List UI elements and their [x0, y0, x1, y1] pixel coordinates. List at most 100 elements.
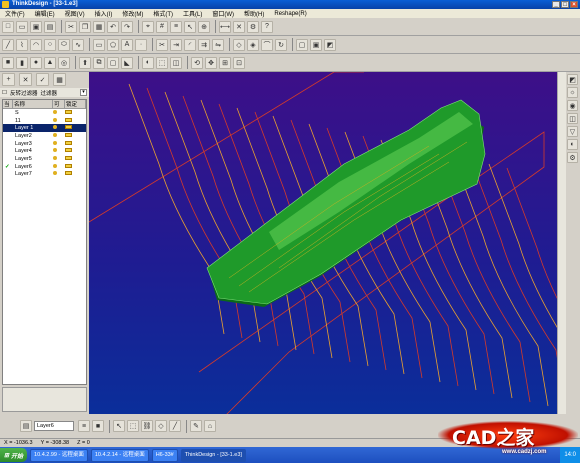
layer-tool-icon[interactable]: ▤ [20, 420, 32, 432]
menu-window[interactable]: 窗口(W) [207, 9, 239, 18]
torus-icon[interactable]: ◎ [58, 56, 70, 69]
lock-icon[interactable] [65, 163, 86, 170]
menu-help[interactable]: 帮助(H) [239, 9, 269, 18]
start-button[interactable]: ⊞ 开始 [0, 448, 28, 462]
lock-icon[interactable] [65, 132, 86, 139]
menu-insert[interactable]: 插入(I) [90, 9, 118, 18]
visible-icon[interactable] [53, 125, 65, 131]
fillet-icon[interactable]: ◜ [184, 38, 196, 51]
layer-row[interactable]: Layer 1 [3, 124, 86, 133]
sphere-icon[interactable]: ● [30, 56, 42, 69]
view-cube-icon[interactable]: ◩ [567, 74, 578, 85]
box-icon[interactable]: ■ [2, 56, 14, 69]
text-icon[interactable]: A [121, 38, 133, 51]
line-icon[interactable]: ╱ [2, 38, 14, 51]
select-box-icon[interactable]: ⬚ [127, 420, 139, 432]
layer-props-icon[interactable]: ≡ [78, 420, 90, 432]
render-icon[interactable]: ◐ [567, 139, 578, 150]
revolve-icon[interactable]: ↻ [275, 38, 287, 51]
print-icon[interactable]: ▤ [44, 20, 56, 33]
undo-icon[interactable]: ↶ [107, 20, 119, 33]
layer-row[interactable]: Layer5 [3, 155, 86, 163]
cut-icon[interactable]: ✂ [65, 20, 77, 33]
section-icon[interactable]: ◫ [567, 113, 578, 124]
spline-icon[interactable]: ∿ [72, 38, 84, 51]
light-icon[interactable]: ☼ [567, 87, 578, 98]
lock-icon[interactable] [65, 125, 86, 131]
hidden-line-icon[interactable]: ◫ [170, 56, 182, 69]
view-iso-icon[interactable]: ◩ [324, 38, 336, 51]
lock-icon[interactable] [65, 140, 86, 147]
copy-icon[interactable]: ❐ [79, 20, 91, 33]
paste-icon[interactable]: ▦ [93, 20, 105, 33]
view-front-icon[interactable]: ▢ [296, 38, 308, 51]
menu-edit[interactable]: 编辑(E) [30, 9, 60, 18]
layer-row[interactable]: S [3, 109, 86, 117]
arc-icon[interactable]: ◠ [30, 38, 42, 51]
pick-icon[interactable]: ✎ [190, 420, 202, 432]
activate-layer-icon[interactable]: ✓ [36, 73, 49, 86]
layer-options-icon[interactable]: ▦ [53, 73, 66, 86]
circle-icon[interactable]: ○ [44, 38, 56, 51]
visible-icon[interactable] [53, 155, 65, 162]
taskbar-item[interactable]: 10.4.2.99 - 远程桌面 [30, 448, 88, 462]
layer-icon[interactable]: ≡ [170, 20, 182, 33]
view-top-icon[interactable]: ▣ [310, 38, 322, 51]
ellipse-icon[interactable]: ⬭ [58, 38, 70, 51]
mirror-icon[interactable]: ⇋ [212, 38, 224, 51]
select-chain-icon[interactable]: ⛓ [141, 420, 153, 432]
menu-reshape[interactable]: Reshape(R) [269, 11, 311, 17]
trim-icon[interactable]: ✂ [156, 38, 168, 51]
model-canvas[interactable] [89, 72, 557, 414]
camera-icon[interactable]: ◉ [567, 100, 578, 111]
new-layer-icon[interactable]: + [2, 73, 15, 86]
visible-icon[interactable] [53, 171, 65, 177]
paint-icon[interactable]: ⌂ [204, 420, 216, 432]
visible-icon[interactable] [53, 148, 65, 154]
menu-file[interactable]: 文件(F) [0, 9, 30, 18]
lock-icon[interactable] [65, 117, 86, 124]
col-name[interactable]: 名称 [13, 100, 53, 108]
maximize-button[interactable]: □ [561, 1, 569, 8]
minimize-button[interactable]: _ [552, 1, 560, 8]
layer-row[interactable]: Layer2 [3, 132, 86, 140]
visible-icon[interactable] [53, 132, 65, 139]
lock-icon[interactable] [65, 148, 86, 154]
surface-icon[interactable]: ◇ [233, 38, 245, 51]
cone-icon[interactable]: ▲ [44, 56, 56, 69]
open-icon[interactable]: ▭ [16, 20, 28, 33]
col-current[interactable]: 当 [3, 100, 13, 108]
lock-icon[interactable] [65, 109, 86, 116]
cylinder-icon[interactable]: ▮ [16, 56, 28, 69]
select-edge-icon[interactable]: ╱ [169, 420, 181, 432]
select-arrow-icon[interactable]: ↖ [113, 420, 125, 432]
zoom-all-icon[interactable]: ⊡ [233, 56, 245, 69]
measure-icon[interactable]: ⟷ [219, 20, 231, 33]
layer-row[interactable]: Layer7 [3, 171, 86, 179]
zoom-window-icon[interactable]: ⊞ [219, 56, 231, 69]
settings-icon[interactable]: ⚙ [567, 152, 578, 163]
loft-icon[interactable]: ◈ [247, 38, 259, 51]
visible-icon[interactable] [53, 163, 65, 170]
lock-icon[interactable] [65, 171, 86, 177]
offset-icon[interactable]: ⇉ [198, 38, 210, 51]
invert-filter-checkbox[interactable]: ☐ [2, 90, 7, 96]
filter-icon[interactable]: ▽ [567, 126, 578, 137]
current-layer-select[interactable]: Layer6 [34, 421, 74, 431]
menu-format[interactable]: 格式(T) [148, 9, 178, 18]
wireframe-icon[interactable]: ⬚ [156, 56, 168, 69]
new-icon[interactable]: □ [2, 20, 14, 33]
layer-row[interactable]: ✓ Layer6 [3, 163, 86, 171]
rectangle-icon[interactable]: ▭ [93, 38, 105, 51]
sweep-icon[interactable]: ⌒ [261, 38, 273, 51]
extrude-icon[interactable]: ⬆ [79, 56, 91, 69]
taskbar-item[interactable]: 10.4.2.14 - 远程桌面 [90, 448, 149, 462]
help-icon[interactable]: ? [261, 20, 273, 33]
delete-layer-icon[interactable]: ✕ [19, 73, 32, 86]
snap-icon[interactable]: ⌖ [142, 20, 154, 33]
save-icon[interactable]: ▣ [30, 20, 42, 33]
taskbar-item[interactable]: H6-33# [151, 448, 178, 462]
lock-icon[interactable] [65, 155, 86, 162]
menu-tools[interactable]: 工具(L) [178, 9, 207, 18]
filter-dropdown[interactable]: ▾ [80, 89, 87, 96]
